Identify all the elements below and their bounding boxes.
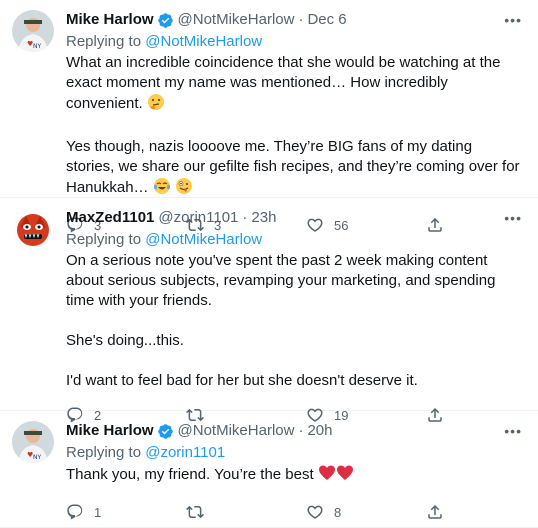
author-name[interactable]: Mike Harlow [66, 421, 154, 441]
separator-dot: · [242, 209, 248, 226]
reply-icon [67, 504, 83, 520]
replying-to-link[interactable]: @NotMikeHarlow [145, 33, 262, 50]
replying-to: Replying to @zorin1101 [66, 443, 524, 463]
share-button[interactable] [426, 503, 446, 521]
tweet-header: Mike Harlow @NotMikeHarlow · 20h [66, 421, 524, 441]
avatar[interactable] [12, 208, 54, 250]
more-icon[interactable]: ••• [504, 12, 522, 28]
timestamp[interactable]: 20h [307, 421, 332, 441]
retweet-button[interactable] [186, 503, 246, 521]
author-name[interactable]: Mike Harlow [66, 10, 154, 30]
author-handle[interactable]: @NotMikeHarlow [178, 421, 295, 441]
retweet-icon [186, 505, 204, 519]
tweet-text: What an incredible coincidence that she … [66, 53, 524, 117]
timestamp[interactable]: Dec 6 [307, 10, 346, 30]
tweet-3[interactable]: ♥ NY Mike Harlow @NotMikeHarlow · 20h ••… [0, 411, 538, 528]
separator-dot: · [298, 11, 304, 28]
svg-text:NY: NY [33, 43, 41, 50]
avatar-column: ♥ NY [12, 10, 58, 197]
like-button[interactable]: 8 [306, 503, 366, 521]
replying-to-link[interactable]: @zorin1101 [145, 444, 225, 461]
tweet-body: Mike Harlow @NotMikeHarlow · 20h ••• Rep… [58, 421, 524, 527]
red-heart-emoji-icon [318, 464, 354, 488]
share-icon [428, 504, 442, 519]
tweet-text-paragraph-2: Yes though, nazis loooove me. They’re BI… [66, 138, 524, 196]
replying-prefix: Replying to [66, 33, 146, 50]
replying-prefix: Replying to [66, 444, 146, 461]
tweet-body: MaxZed1101 @zorin1101 · 23h ••• Replying… [58, 208, 524, 423]
tweet-text-paragraph-2-wrap: Yes though, nazis loooove me. They’re BI… [66, 137, 524, 201]
tweet-header: MaxZed1101 @zorin1101 · 23h [66, 208, 524, 228]
tweet-header: Mike Harlow @NotMikeHarlow · Dec 6 [66, 10, 524, 30]
avatar-column: ♥ NY [12, 421, 58, 527]
replying-to-link[interactable]: @NotMikeHarlow [145, 231, 262, 248]
tweet-text: Thank you, my friend. You’re the best [66, 464, 524, 488]
avatar[interactable]: ♥ NY [12, 10, 54, 52]
reply-button[interactable]: 1 [66, 503, 126, 521]
separator-dot: · [298, 422, 304, 439]
timestamp[interactable]: 23h [251, 208, 276, 228]
verified-badge-icon [157, 423, 174, 440]
replying-to: Replying to @NotMikeHarlow [66, 32, 524, 52]
author-name[interactable]: MaxZed1101 [66, 208, 154, 228]
thinking-face-emoji-icon [147, 93, 165, 117]
avatar-column [12, 208, 58, 410]
more-icon[interactable]: ••• [504, 423, 522, 439]
replying-prefix: Replying to [66, 231, 146, 248]
author-handle[interactable]: @zorin1101 [158, 208, 238, 228]
tweet-text-paragraph-1: On a serious note you've spent the past … [66, 252, 500, 309]
author-handle[interactable]: @NotMikeHarlow [178, 10, 295, 30]
reply-count: 1 [94, 504, 102, 520]
more-icon[interactable]: ••• [504, 210, 522, 226]
like-count: 8 [334, 504, 342, 520]
tweet-text-paragraph-1: What an incredible coincidence that she … [66, 54, 505, 112]
verified-badge-icon [157, 12, 174, 29]
tweet-body: Mike Harlow @NotMikeHarlow · Dec 6 ••• R… [58, 10, 524, 233]
like-icon [307, 505, 323, 519]
tweet-text-paragraph-1: Thank you, my friend. You’re the best [66, 466, 318, 483]
tweet-1[interactable]: ♥ NY Mike Harlow @NotMikeHarlow · Dec 6 … [0, 0, 538, 233]
replying-to: Replying to @NotMikeHarlow [66, 230, 524, 250]
svg-text:NY: NY [33, 454, 41, 461]
tweet-text-paragraph-2: She's doing...this. [66, 332, 184, 349]
tweet-2[interactable]: MaxZed1101 @zorin1101 · 23h ••• Replying… [0, 198, 538, 423]
avatar[interactable]: ♥ NY [12, 421, 54, 463]
tweet-actions: 1 8 [66, 494, 446, 528]
tweet-text-paragraph-3: I'd want to feel bad for her but she doe… [66, 372, 418, 389]
